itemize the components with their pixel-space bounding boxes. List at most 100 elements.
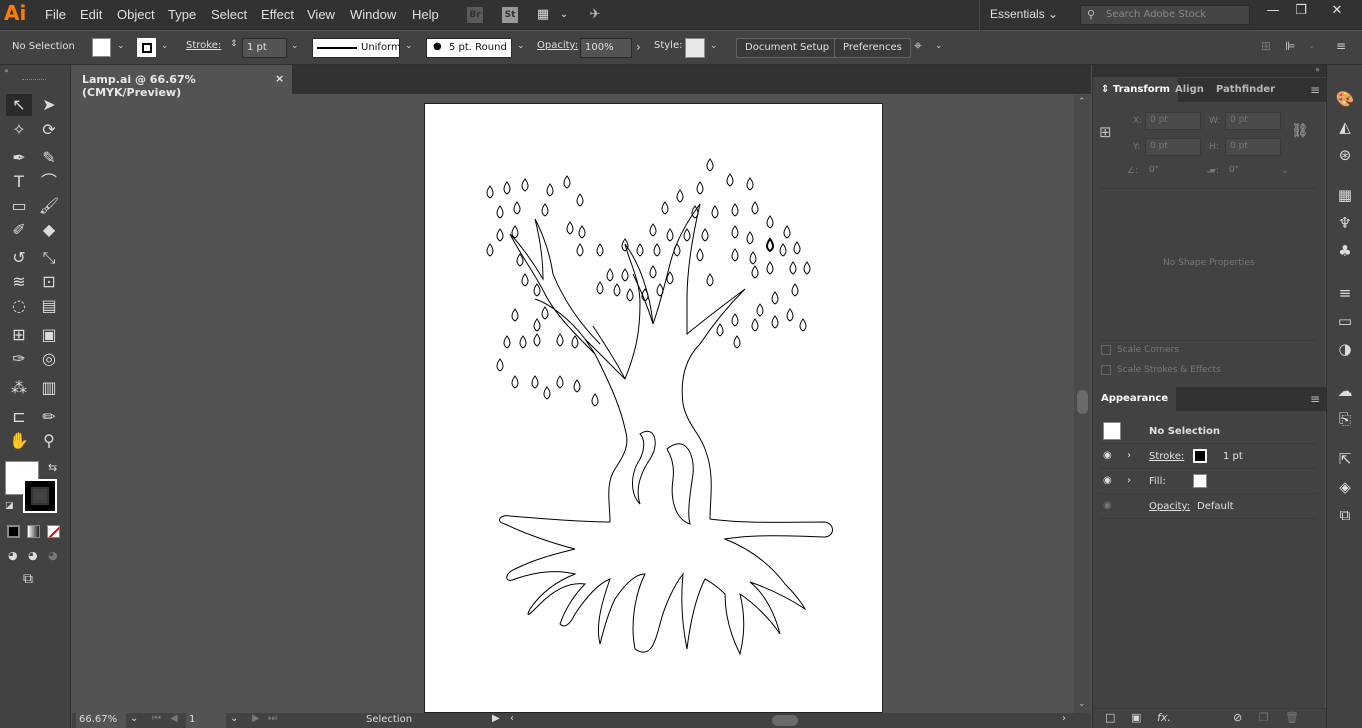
chevron-down-icon[interactable]: ⌄ (291, 41, 299, 51)
none-mode-icon[interactable] (47, 525, 60, 538)
line-tool-icon[interactable]: ⌒ (36, 171, 62, 193)
export-icon[interactable]: ⇱ (1335, 449, 1355, 469)
stroke-label[interactable]: Stroke: (186, 40, 221, 51)
fill-swatch[interactable] (92, 38, 111, 57)
scroll-up-icon[interactable]: ⌃ (1078, 97, 1086, 107)
bridge-icon[interactable]: Br (467, 7, 483, 23)
type-tool-icon[interactable]: T (6, 171, 32, 193)
reference-point-icon[interactable]: ⊞ (1099, 123, 1112, 141)
rectangle-tool-icon[interactable]: ▭ (6, 195, 32, 217)
stroke-profile[interactable]: Uniform (312, 38, 401, 58)
arrange-icon[interactable]: ⊫ (1285, 39, 1295, 53)
delete-item-icon[interactable]: 🗑 (1285, 711, 1299, 724)
eye-icon[interactable]: ◉ (1103, 500, 1112, 511)
menu-view[interactable]: View (307, 7, 335, 22)
transparency-icon[interactable]: ◑ (1335, 339, 1355, 359)
scale-corners-checkbox[interactable] (1101, 345, 1111, 355)
symbol-sprayer-tool-icon[interactable]: ⁂ (6, 377, 32, 399)
symbols-icon[interactable]: ♣ (1335, 241, 1355, 261)
pen-tool-icon[interactable]: ✒ (6, 147, 32, 169)
eraser-tool-icon[interactable]: ◆ (36, 219, 62, 241)
add-fill-icon[interactable]: ▣ (1131, 711, 1141, 724)
style-swatch[interactable] (685, 38, 705, 58)
preferences-button[interactable]: Preferences (834, 38, 911, 58)
free-transform-tool-icon[interactable]: ⊡ (36, 271, 62, 293)
stock-icon[interactable]: St (502, 7, 518, 23)
chevron-down-icon[interactable]: ⌄ (1308, 41, 1316, 51)
restore-button[interactable]: ❐ (1289, 3, 1313, 23)
width-input[interactable]: 0 pt (1225, 112, 1281, 130)
expand-icon[interactable]: › (1127, 450, 1131, 461)
perspective-grid-tool-icon[interactable]: ▤ (36, 295, 62, 317)
menu-select[interactable]: Select (211, 7, 247, 22)
workspace-switcher[interactable]: Essentials ⌄ (979, 0, 1069, 30)
color-guide-icon[interactable]: ◭ (1335, 117, 1355, 137)
fx-icon[interactable]: fx. (1157, 711, 1171, 724)
direct-selection-tool-icon[interactable]: ➤ (36, 94, 62, 116)
grip-icon[interactable] (22, 79, 46, 82)
artboards-icon[interactable]: ⧉ (1335, 505, 1355, 525)
draw-normal-icon[interactable]: ◕ (8, 549, 18, 562)
tab-align[interactable]: Align (1167, 78, 1212, 102)
asset-export-icon[interactable]: ⎘ (1335, 409, 1355, 429)
draw-inside-icon[interactable]: ◕ (48, 549, 58, 562)
mesh-tool-icon[interactable]: ⊞ (6, 324, 32, 346)
chevron-down-icon[interactable]: ⌄ (1281, 166, 1289, 176)
brushes-icon[interactable]: ♆ (1335, 213, 1355, 233)
constrain-proportions-icon[interactable]: ⛓ (1291, 123, 1309, 139)
collapse-icon[interactable]: » (1315, 65, 1320, 74)
layers-icon[interactable]: ◈ (1335, 477, 1355, 497)
page-number-input[interactable]: 1 (186, 713, 226, 728)
stroke-swatch[interactable] (1193, 449, 1207, 463)
eyedropper-tool-icon[interactable]: ✑ (6, 348, 32, 370)
collapse-icon[interactable]: « (4, 66, 9, 75)
stroke-label[interactable]: Stroke: (1149, 451, 1184, 462)
opacity-input[interactable]: 100% (580, 38, 632, 58)
blend-tool-icon[interactable]: ◎ (36, 348, 62, 370)
scroll-left-icon[interactable]: ‹ (510, 713, 514, 724)
chevron-down-icon[interactable]: ⌄ (161, 41, 169, 51)
vertical-scrollbar[interactable]: ⌃ ⌄ (1074, 95, 1091, 713)
paintbrush-tool-icon[interactable]: 🖌 (36, 195, 62, 217)
gradient-panel-icon[interactable]: ▭ (1335, 311, 1355, 331)
artboard[interactable] (424, 103, 883, 713)
tab-pathfinder[interactable]: Pathfinder (1208, 78, 1283, 102)
slice-tool-icon[interactable]: ✏ (36, 406, 62, 428)
tab-transform[interactable]: ⇕ Transform (1093, 78, 1178, 102)
swatches-icon[interactable]: ▦ (1335, 185, 1355, 205)
appearance-fill-row[interactable]: ◉ › Fill: (1099, 470, 1317, 494)
close-window-button[interactable]: ✕ (1325, 3, 1349, 23)
screen-mode-icon[interactable]: ⧉ (23, 571, 33, 587)
document-setup-button[interactable]: Document Setup (736, 38, 839, 58)
width-tool-icon[interactable]: ≋ (6, 271, 32, 293)
align-icon[interactable]: ⊞ (1261, 39, 1271, 53)
duplicate-item-icon[interactable]: ❐ (1259, 711, 1269, 724)
prev-page-icon[interactable]: ◀ (170, 713, 178, 724)
scroll-down-icon[interactable]: ⌄ (1078, 699, 1086, 709)
clear-appearance-icon[interactable]: ⊘ (1233, 711, 1242, 724)
y-input[interactable]: 0 pt (1145, 138, 1201, 156)
x-input[interactable]: 0 pt (1145, 112, 1201, 130)
libraries-icon[interactable]: ☁ (1335, 381, 1355, 401)
chevron-down-icon[interactable]: ⌄ (130, 713, 138, 724)
appearance-stroke-row[interactable]: ◉ › Stroke: 1 pt (1099, 445, 1317, 469)
menu-window[interactable]: Window (350, 7, 396, 22)
chevron-down-icon[interactable]: ⌄ (517, 41, 525, 51)
tree-artwork[interactable] (425, 104, 884, 714)
eye-icon[interactable]: ◉ (1103, 450, 1112, 461)
next-page-icon[interactable]: ▶ (252, 713, 260, 724)
horizontal-scroll-thumb[interactable] (772, 715, 798, 726)
hand-tool-icon[interactable]: ✋ (6, 430, 32, 452)
arrange-documents-icon[interactable]: ▦ (535, 7, 551, 23)
menu-help[interactable]: Help (412, 7, 439, 22)
chevron-right-icon[interactable]: › (636, 40, 641, 54)
add-stroke-icon[interactable]: □ (1105, 711, 1115, 724)
height-input[interactable]: 0 pt (1225, 138, 1281, 156)
scale-strokes-checkbox[interactable] (1101, 365, 1111, 375)
menu-effect[interactable]: Effect (261, 7, 294, 22)
shear-input[interactable]: 0° (1225, 163, 1285, 181)
gpu-performance-icon[interactable]: ✈ (587, 7, 603, 23)
opacity-label[interactable]: Opacity: (537, 40, 578, 51)
zoom-level-input[interactable]: 66.67% (76, 713, 126, 728)
chevron-down-icon[interactable]: ⌄ (117, 41, 125, 51)
